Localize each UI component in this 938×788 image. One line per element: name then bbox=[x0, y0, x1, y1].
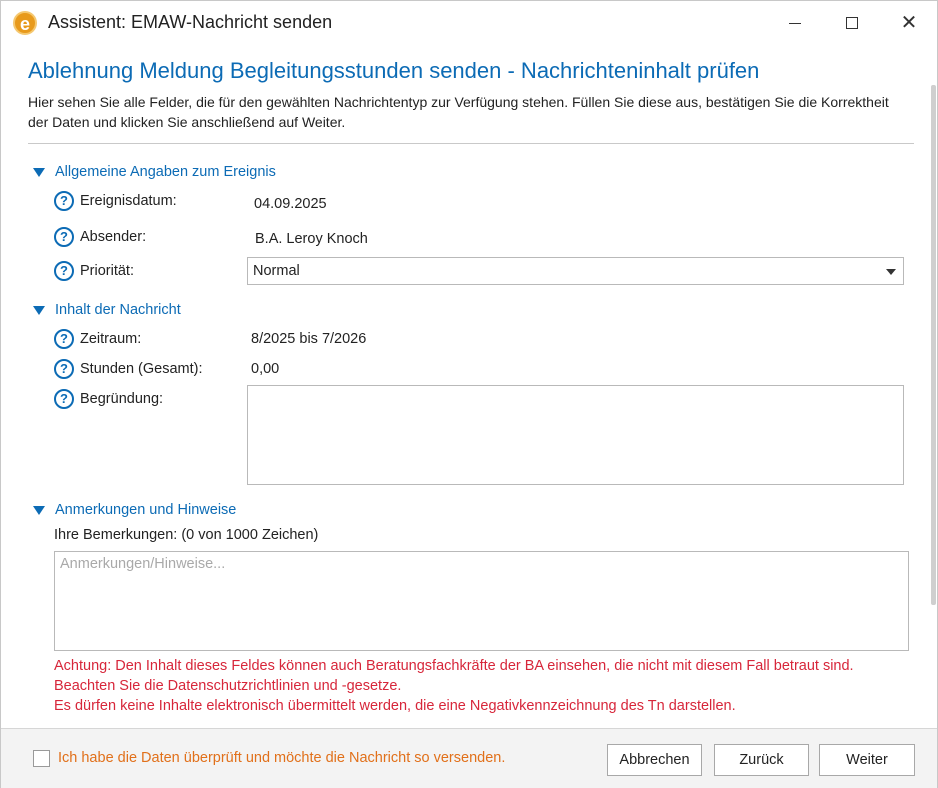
confirm-checkbox[interactable] bbox=[33, 750, 50, 767]
section-content-title: Inhalt der Nachricht bbox=[55, 302, 181, 318]
divider bbox=[28, 143, 914, 144]
dropdown-caret-icon bbox=[886, 269, 896, 275]
content-area[interactable]: Ablehnung Meldung Begleitungsstunden sen… bbox=[1, 45, 931, 728]
warning-line: Achtung: Den Inhalt dieses Feldes können… bbox=[54, 658, 854, 674]
dialog-footer: Ich habe die Daten überprüft und möchte … bbox=[1, 728, 937, 788]
confirm-checkbox-label[interactable]: Ich habe die Daten überprüft und möchte … bbox=[58, 750, 505, 766]
reason-label: Begründung: bbox=[80, 391, 164, 407]
window-title: Assistent: EMAW-Nachricht senden bbox=[48, 12, 333, 32]
priority-selected-value: Normal bbox=[253, 263, 300, 279]
section-general-title: Allgemeine Angaben zum Ereignis bbox=[55, 164, 276, 180]
help-icon[interactable]: ? bbox=[54, 261, 74, 281]
maximize-icon bbox=[846, 17, 858, 29]
reason-textarea[interactable] bbox=[247, 385, 904, 485]
intro-text: Hier sehen Sie alle Felder, die für den … bbox=[28, 94, 889, 130]
event-date-value: 04.09.2025 bbox=[254, 196, 327, 212]
collapse-triangle-icon bbox=[33, 506, 45, 515]
collapse-triangle-icon bbox=[33, 168, 45, 177]
warning-line: Es dürfen keine Inhalte elektronisch übe… bbox=[54, 698, 736, 714]
dialog-window: e Assistent: EMAW-Nachricht senden ✕ Abl… bbox=[0, 0, 938, 788]
section-notes-title: Anmerkungen und Hinweise bbox=[55, 502, 237, 518]
help-icon[interactable]: ? bbox=[54, 227, 74, 247]
warning-line: Beachten Sie die Datenschutzrichtlinien … bbox=[54, 678, 402, 694]
help-icon[interactable]: ? bbox=[54, 389, 74, 409]
close-icon: ✕ bbox=[900, 12, 918, 34]
event-date-label: Ereignisdatum: bbox=[80, 193, 177, 209]
remarks-label: Ihre Bemerkungen: (0 von 1000 Zeichen) bbox=[54, 527, 319, 543]
help-icon[interactable]: ? bbox=[54, 329, 74, 349]
maximize-button[interactable] bbox=[829, 7, 875, 39]
title-bar[interactable]: e Assistent: EMAW-Nachricht senden ✕ bbox=[1, 1, 937, 45]
privacy-warning: Achtung: Den Inhalt dieses Feldes können… bbox=[54, 656, 924, 716]
help-icon[interactable]: ? bbox=[54, 191, 74, 211]
collapse-triangle-icon bbox=[33, 306, 45, 315]
sender-value: B.A. Leroy Knoch bbox=[255, 231, 368, 247]
back-button[interactable]: Zurück bbox=[714, 744, 809, 776]
priority-label: Priorität: bbox=[80, 263, 134, 279]
vertical-scrollbar[interactable] bbox=[931, 85, 936, 605]
minimize-button[interactable] bbox=[772, 7, 818, 39]
period-label: Zeitraum: bbox=[80, 331, 142, 347]
hours-label: Stunden (Gesamt): bbox=[80, 361, 203, 377]
sender-label: Absender: bbox=[80, 229, 147, 245]
help-icon[interactable]: ? bbox=[54, 359, 74, 379]
close-button[interactable]: ✕ bbox=[886, 7, 932, 39]
period-value: 8/2025 bis 7/2026 bbox=[251, 331, 367, 347]
minimize-icon bbox=[789, 22, 801, 24]
section-general-header[interactable]: Allgemeine Angaben zum Ereignis bbox=[33, 164, 276, 180]
priority-select[interactable]: Normal bbox=[247, 257, 904, 285]
page-title: Ablehnung Meldung Begleitungsstunden sen… bbox=[28, 58, 760, 83]
hours-value: 0,00 bbox=[251, 361, 280, 377]
section-content-header[interactable]: Inhalt der Nachricht bbox=[33, 302, 181, 318]
next-button[interactable]: Weiter bbox=[819, 744, 915, 776]
remarks-textarea[interactable] bbox=[54, 551, 909, 651]
cancel-button[interactable]: Abbrechen bbox=[607, 744, 702, 776]
app-logo-icon: e bbox=[13, 11, 37, 35]
section-notes-header[interactable]: Anmerkungen und Hinweise bbox=[33, 502, 236, 518]
